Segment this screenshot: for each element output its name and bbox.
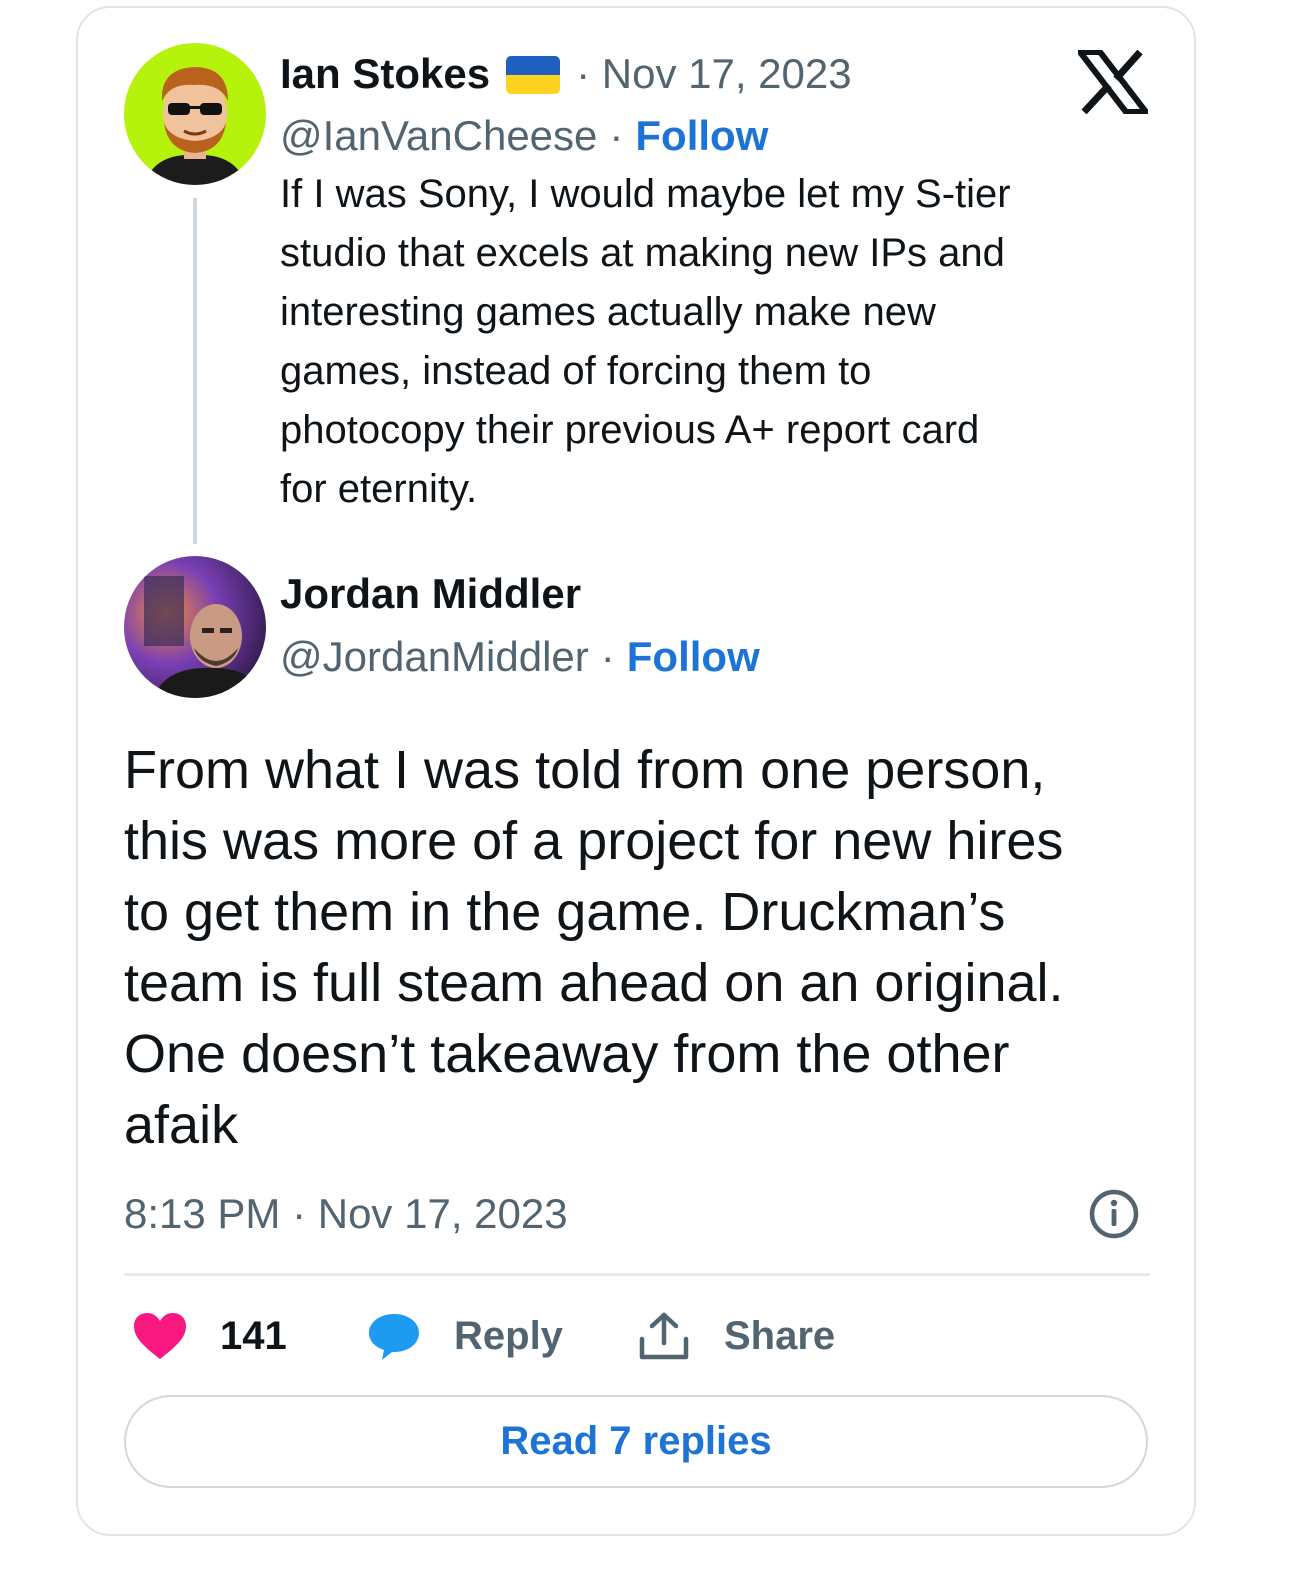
text-line: games, instead of forcing them to [280,349,872,393]
handle-separator: · [609,112,624,159]
quoted-tweet-header: Ian Stokes · Nov 17, 2023 [280,48,852,100]
heart-icon [134,1313,186,1359]
avatar-ian-stokes[interactable] [124,43,266,185]
share-action[interactable]: Share [638,1308,835,1364]
x-logo-icon[interactable] [1078,50,1148,114]
info-icon[interactable] [1088,1188,1140,1240]
main-tweet-text: From what I was told from one person, th… [124,735,1164,1161]
quoted-tweet-handle-row: @IanVanCheese · Follow [280,110,768,162]
share-label: Share [724,1313,836,1358]
ukraine-flag-icon [506,56,561,94]
like-action[interactable]: 141 [132,1308,287,1364]
divider [124,1273,1150,1276]
author-handle[interactable]: @IanVanCheese [280,112,597,160]
tweet-date[interactable]: · Nov 17, 2023 [576,50,852,98]
main-tweet-handle-row: @JordanMiddler · Follow [280,631,760,683]
text-line: afaik [124,1095,239,1155]
speech-bubble-icon [369,1314,419,1360]
tweet-timestamp[interactable]: 8:13 PM · Nov 17, 2023 [124,1186,568,1242]
author-handle[interactable]: @JordanMiddler [280,633,589,681]
quoted-tweet-text: If I was Sony, I would maybe let my S-ti… [280,165,1140,519]
follow-button[interactable]: Follow [635,112,768,160]
text-line: One doesn’t takeaway from the other [124,1024,1010,1084]
reply-action[interactable]: Reply [366,1308,563,1364]
text-line: studio that excels at making new IPs and [280,231,1005,275]
avatar-illustration [124,43,266,185]
follow-button[interactable]: Follow [627,633,760,681]
main-tweet-header: Jordan Middler [280,568,581,620]
thread-connector-line [193,198,197,544]
author-name[interactable]: Ian Stokes [280,50,490,98]
text-line: If I was Sony, I would maybe let my S-ti… [280,172,1011,216]
handle-separator: · [600,633,615,680]
avatar-jordan-middler[interactable] [124,556,266,698]
share-upload-icon [639,1312,689,1360]
reply-label: Reply [454,1313,563,1358]
read-replies-label: Read 7 replies [500,1419,772,1463]
text-line: for eternity. [280,467,478,511]
text-line: interesting games actually make new [280,290,936,334]
text-line: team is full steam ahead on an original. [124,953,1064,1013]
avatar-photo [124,556,266,698]
text-line: photocopy their previous A+ report card [280,408,980,452]
read-replies-button[interactable]: Read 7 replies [124,1395,1148,1488]
like-count: 141 [220,1313,287,1358]
author-name[interactable]: Jordan Middler [280,570,581,618]
text-line: this was more of a project for new hires [124,811,1064,871]
text-line: From what I was told from one person, [124,740,1046,800]
text-line: to get them in the game. Druckman’s [124,882,1006,942]
